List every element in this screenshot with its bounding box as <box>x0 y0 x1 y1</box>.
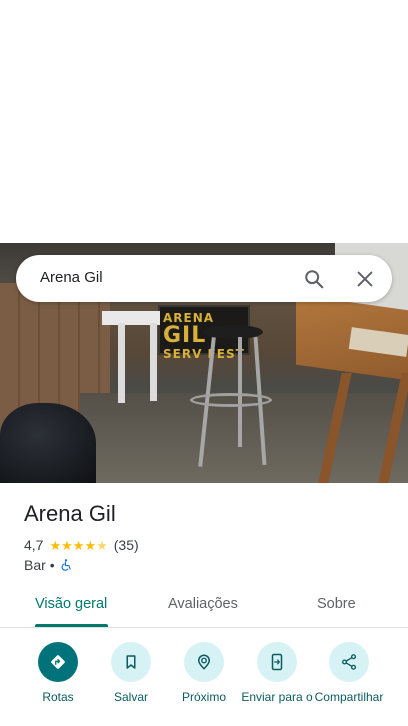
directions-label: Rotas <box>42 690 74 704</box>
save-label: Salvar <box>113 690 148 704</box>
photo-chair-leg <box>150 323 157 401</box>
bookmark-icon <box>126 655 136 669</box>
active-tab-indicator <box>35 624 108 627</box>
share-button-circle[interactable] <box>329 642 369 682</box>
send-to-phone-icon <box>271 653 283 671</box>
photo-stool-ring <box>190 393 272 407</box>
share-button[interactable]: Compartilhar <box>309 640 389 704</box>
share-label: Compartilhar <box>314 690 384 704</box>
directions-button[interactable]: Rotas <box>18 640 98 704</box>
nearby-button-circle[interactable] <box>184 642 224 682</box>
category-row: Bar • <box>24 556 73 574</box>
tab-about[interactable]: Sobre <box>317 596 356 612</box>
nearby-icon <box>198 654 210 670</box>
tab-overview[interactable]: Visão geral <box>35 596 107 612</box>
map-area <box>0 0 408 243</box>
action-bar: Rotas Salvar Próximo Enviar para o Compa… <box>0 640 408 726</box>
search-icon[interactable] <box>303 268 325 290</box>
place-title: Arena Gil <box>24 501 116 526</box>
rating-stars: ★ ★ ★ ★ ★ <box>49 539 107 552</box>
directions-icon <box>51 655 65 669</box>
search-query[interactable]: Arena Gil <box>40 269 103 286</box>
photo-chair-leg <box>118 323 125 403</box>
rating-row[interactable]: 4,7 ★ ★ ★ ★ ★ (35) <box>24 536 139 554</box>
send-to-phone-label: Enviar para o <box>241 690 313 704</box>
star-icon: ★ <box>61 537 73 553</box>
rating-value: 4,7 <box>24 537 44 553</box>
close-icon[interactable] <box>354 268 376 290</box>
place-tabs: Visão geral Avaliações Sobre <box>0 584 408 628</box>
photo-trash-bag <box>0 403 96 483</box>
nearby-label: Próximo <box>181 690 226 704</box>
place-category: Bar <box>24 557 46 573</box>
save-button[interactable]: Salvar <box>91 640 171 704</box>
search-bar[interactable]: Arena Gil <box>16 255 392 302</box>
nearby-button[interactable]: Próximo <box>164 640 244 704</box>
send-to-phone-button-circle[interactable] <box>257 642 297 682</box>
star-half-icon: ★ <box>96 537 108 553</box>
send-to-phone-button[interactable]: Enviar para o <box>237 640 317 704</box>
star-icon: ★ <box>84 537 97 553</box>
directions-button-circle[interactable] <box>38 642 78 682</box>
share-icon <box>341 654 357 670</box>
wheelchair-accessible-icon <box>61 559 71 571</box>
photo-banner-line3: SERV FEST <box>163 347 245 361</box>
star-icon: ★ <box>49 537 62 553</box>
star-icon: ★ <box>72 537 85 553</box>
category-separator: • <box>49 557 55 573</box>
review-count[interactable]: (35) <box>114 537 139 553</box>
photo-stool-leg <box>238 337 242 447</box>
save-button-circle[interactable] <box>111 642 151 682</box>
tab-reviews[interactable]: Avaliações <box>168 596 238 612</box>
